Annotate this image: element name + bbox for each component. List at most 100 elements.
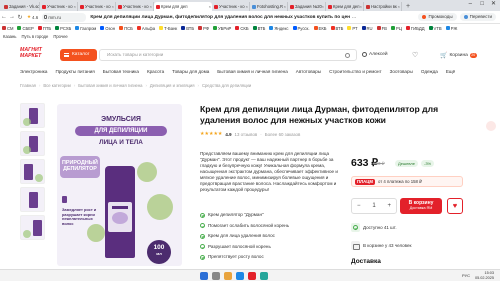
bookmark-item[interactable]: ГИБДД (405, 26, 425, 31)
search-app-icon[interactable] (212, 272, 220, 280)
qty-plus-button[interactable]: + (387, 203, 391, 209)
close-tab-icon[interactable]: × (246, 2, 248, 11)
site-rating[interactable]: ★ 4.6 (27, 14, 38, 20)
site-logo[interactable]: МАГНИТ МАРКЕТ (20, 47, 48, 59)
bookmark-item[interactable]: ПТБ (37, 26, 51, 31)
clock[interactable]: 15:03 05.02.2025 (475, 271, 494, 280)
breadcrumb-link[interactable]: Главная (20, 83, 36, 88)
bookmark-item[interactable]: ВТБ (181, 26, 194, 31)
category-menu-item[interactable]: Бытовая техника (103, 69, 139, 74)
search-input[interactable]: Искать товары и категории (99, 49, 357, 61)
bookmark-item[interactable]: Газпром (75, 26, 96, 31)
catalog-button[interactable]: Каталог (60, 49, 97, 61)
close-tab-icon[interactable]: × (112, 2, 114, 11)
bookmark-item[interactable]: РФ (198, 26, 209, 31)
bookmark-item[interactable]: СМ (2, 26, 13, 31)
category-menu-item[interactable]: Зоотовары (390, 69, 413, 74)
back-icon[interactable]: ← (0, 14, 8, 20)
url-field[interactable]: mm.ru (42, 12, 87, 22)
thumbnail[interactable] (20, 131, 45, 156)
thumbnail[interactable] (20, 159, 45, 184)
browser-tab[interactable]: Участник - ко × (40, 2, 78, 11)
close-tab-icon[interactable]: × (74, 2, 76, 11)
bookmark-item[interactable]: РЦ (390, 26, 402, 31)
new-tab-button[interactable]: + (402, 2, 414, 11)
favorite-heart-icon[interactable]: ♥ (447, 198, 463, 214)
bookmark-item[interactable]: РЖ (445, 26, 457, 31)
thumbnail[interactable] (20, 215, 45, 240)
browser-tab[interactable]: Участник - ко × (212, 2, 250, 11)
minimize-button[interactable]: – (469, 0, 472, 9)
qty-minus-button[interactable]: − (357, 203, 361, 209)
browser-tab[interactable]: Настройки вк × (364, 2, 402, 11)
product-image[interactable]: ЭМУЛЬСИЯ ДЛЯ ДЕПИЛЯЦИИ ЛИЦА И ТЕЛА ПРИРО… (57, 104, 182, 266)
close-tab-icon[interactable]: × (360, 2, 362, 11)
bookmark-item[interactable]: Казань (3, 34, 16, 39)
browser-icon[interactable] (236, 272, 244, 280)
close-window-button[interactable]: ✕ (491, 0, 496, 9)
close-tab-icon[interactable]: × (284, 2, 286, 11)
category-menu-item[interactable]: Одежда (421, 69, 438, 74)
yandex-icon[interactable] (248, 272, 256, 280)
category-menu-item[interactable]: Бытовая химия и личная гигиена (217, 69, 287, 74)
category-menu-item[interactable]: Красота (147, 69, 164, 74)
breadcrumb-link[interactable]: Депиляция и эпиляция (150, 83, 195, 88)
reload-icon[interactable]: ↻ (16, 14, 24, 21)
bookmark-item[interactable]: Прочее (53, 34, 67, 39)
bookmark-item[interactable]: Яндекс (269, 26, 289, 31)
bookmark-item[interactable]: РТ (347, 26, 358, 31)
bookmark-item[interactable]: VTB (428, 26, 442, 31)
bookmark-item[interactable]: ПСБ (119, 26, 133, 31)
bookmark-item[interactable]: РСХБ (55, 26, 71, 31)
browser-tab[interactable]: Задания - Vk.com × (2, 2, 40, 11)
bookmark-item[interactable]: ВТБ (252, 26, 265, 31)
thumbnail[interactable] (20, 103, 45, 128)
maximize-button[interactable]: □ (480, 0, 484, 9)
add-to-cart-button[interactable]: В корзину Доставка ЯМ (400, 198, 442, 214)
forward-icon[interactable]: → (8, 14, 16, 20)
category-menu-item[interactable]: Продукты питания (55, 69, 94, 74)
close-tab-icon[interactable]: × (36, 2, 38, 11)
close-tab-icon[interactable]: × (322, 2, 324, 11)
browser-tab[interactable]: Участник - ко × (116, 2, 154, 11)
user-menu[interactable]: Алексей (362, 52, 388, 57)
start-icon[interactable] (200, 272, 208, 280)
breadcrumb-link[interactable]: Средства для депиляции (202, 83, 251, 88)
search-icon[interactable] (345, 53, 350, 58)
bookmark-item[interactable]: Путь в городе (21, 34, 48, 39)
bookmark-item[interactable]: Т-Банк (159, 26, 177, 31)
reviews-link[interactable]: 13 отзывов (235, 132, 258, 137)
browser-tab[interactable]: Fotohosting.R × (250, 2, 288, 11)
translate-chip[interactable]: Перевести (459, 13, 496, 21)
category-menu-item[interactable]: Товары для дома (172, 69, 209, 74)
browser-tab[interactable]: Задания №20 × (288, 2, 326, 11)
bookmark-item[interactable]: Русск. (292, 26, 310, 31)
bookmark-item[interactable]: ВТБ (330, 26, 343, 31)
bookmark-item[interactable]: Озон (100, 26, 115, 31)
browser-tab[interactable]: Участник - ко × (78, 2, 116, 11)
close-tab-icon[interactable]: × (398, 2, 400, 11)
language-indicator[interactable]: РУС (462, 273, 470, 278)
bookmark-item[interactable]: СКБ (235, 26, 249, 31)
installment-banner[interactable]: ПЛАЦМ от 4 платежа по 158 ₽ (351, 176, 463, 187)
thumbnail[interactable] (20, 187, 45, 212)
breadcrumb-link[interactable]: Бытовая химия и личная гигиена (78, 83, 142, 88)
category-menu-item[interactable]: Ещё (446, 69, 455, 74)
bookmark-item[interactable]: FB (376, 26, 387, 31)
promo-codes-chip[interactable]: Промокоды (418, 13, 457, 21)
category-menu-item[interactable]: Автотовары (296, 69, 321, 74)
browser-tab[interactable]: Крем для деп × (326, 2, 364, 11)
bookmark-item[interactable]: Альфа (136, 26, 155, 31)
cart-link[interactable]: 🛒 Корзина 20 (440, 52, 477, 59)
folder-icon[interactable] (224, 272, 232, 280)
favorites-heart-icon[interactable]: ♡ (412, 51, 418, 59)
app-icon[interactable] (260, 272, 268, 280)
category-menu-item[interactable]: Строительство и ремонт (329, 69, 382, 74)
category-menu-item[interactable]: Электроника (20, 69, 47, 74)
bookmark-item[interactable]: СБЕР (17, 26, 34, 31)
bookmark-item[interactable]: УБРиР (213, 26, 231, 31)
close-tab-icon[interactable]: × (150, 2, 152, 11)
breadcrumb-link[interactable]: Все категории (43, 83, 71, 88)
bookmark-item[interactable]: RU (361, 26, 373, 31)
side-action-icon[interactable] (486, 121, 496, 131)
